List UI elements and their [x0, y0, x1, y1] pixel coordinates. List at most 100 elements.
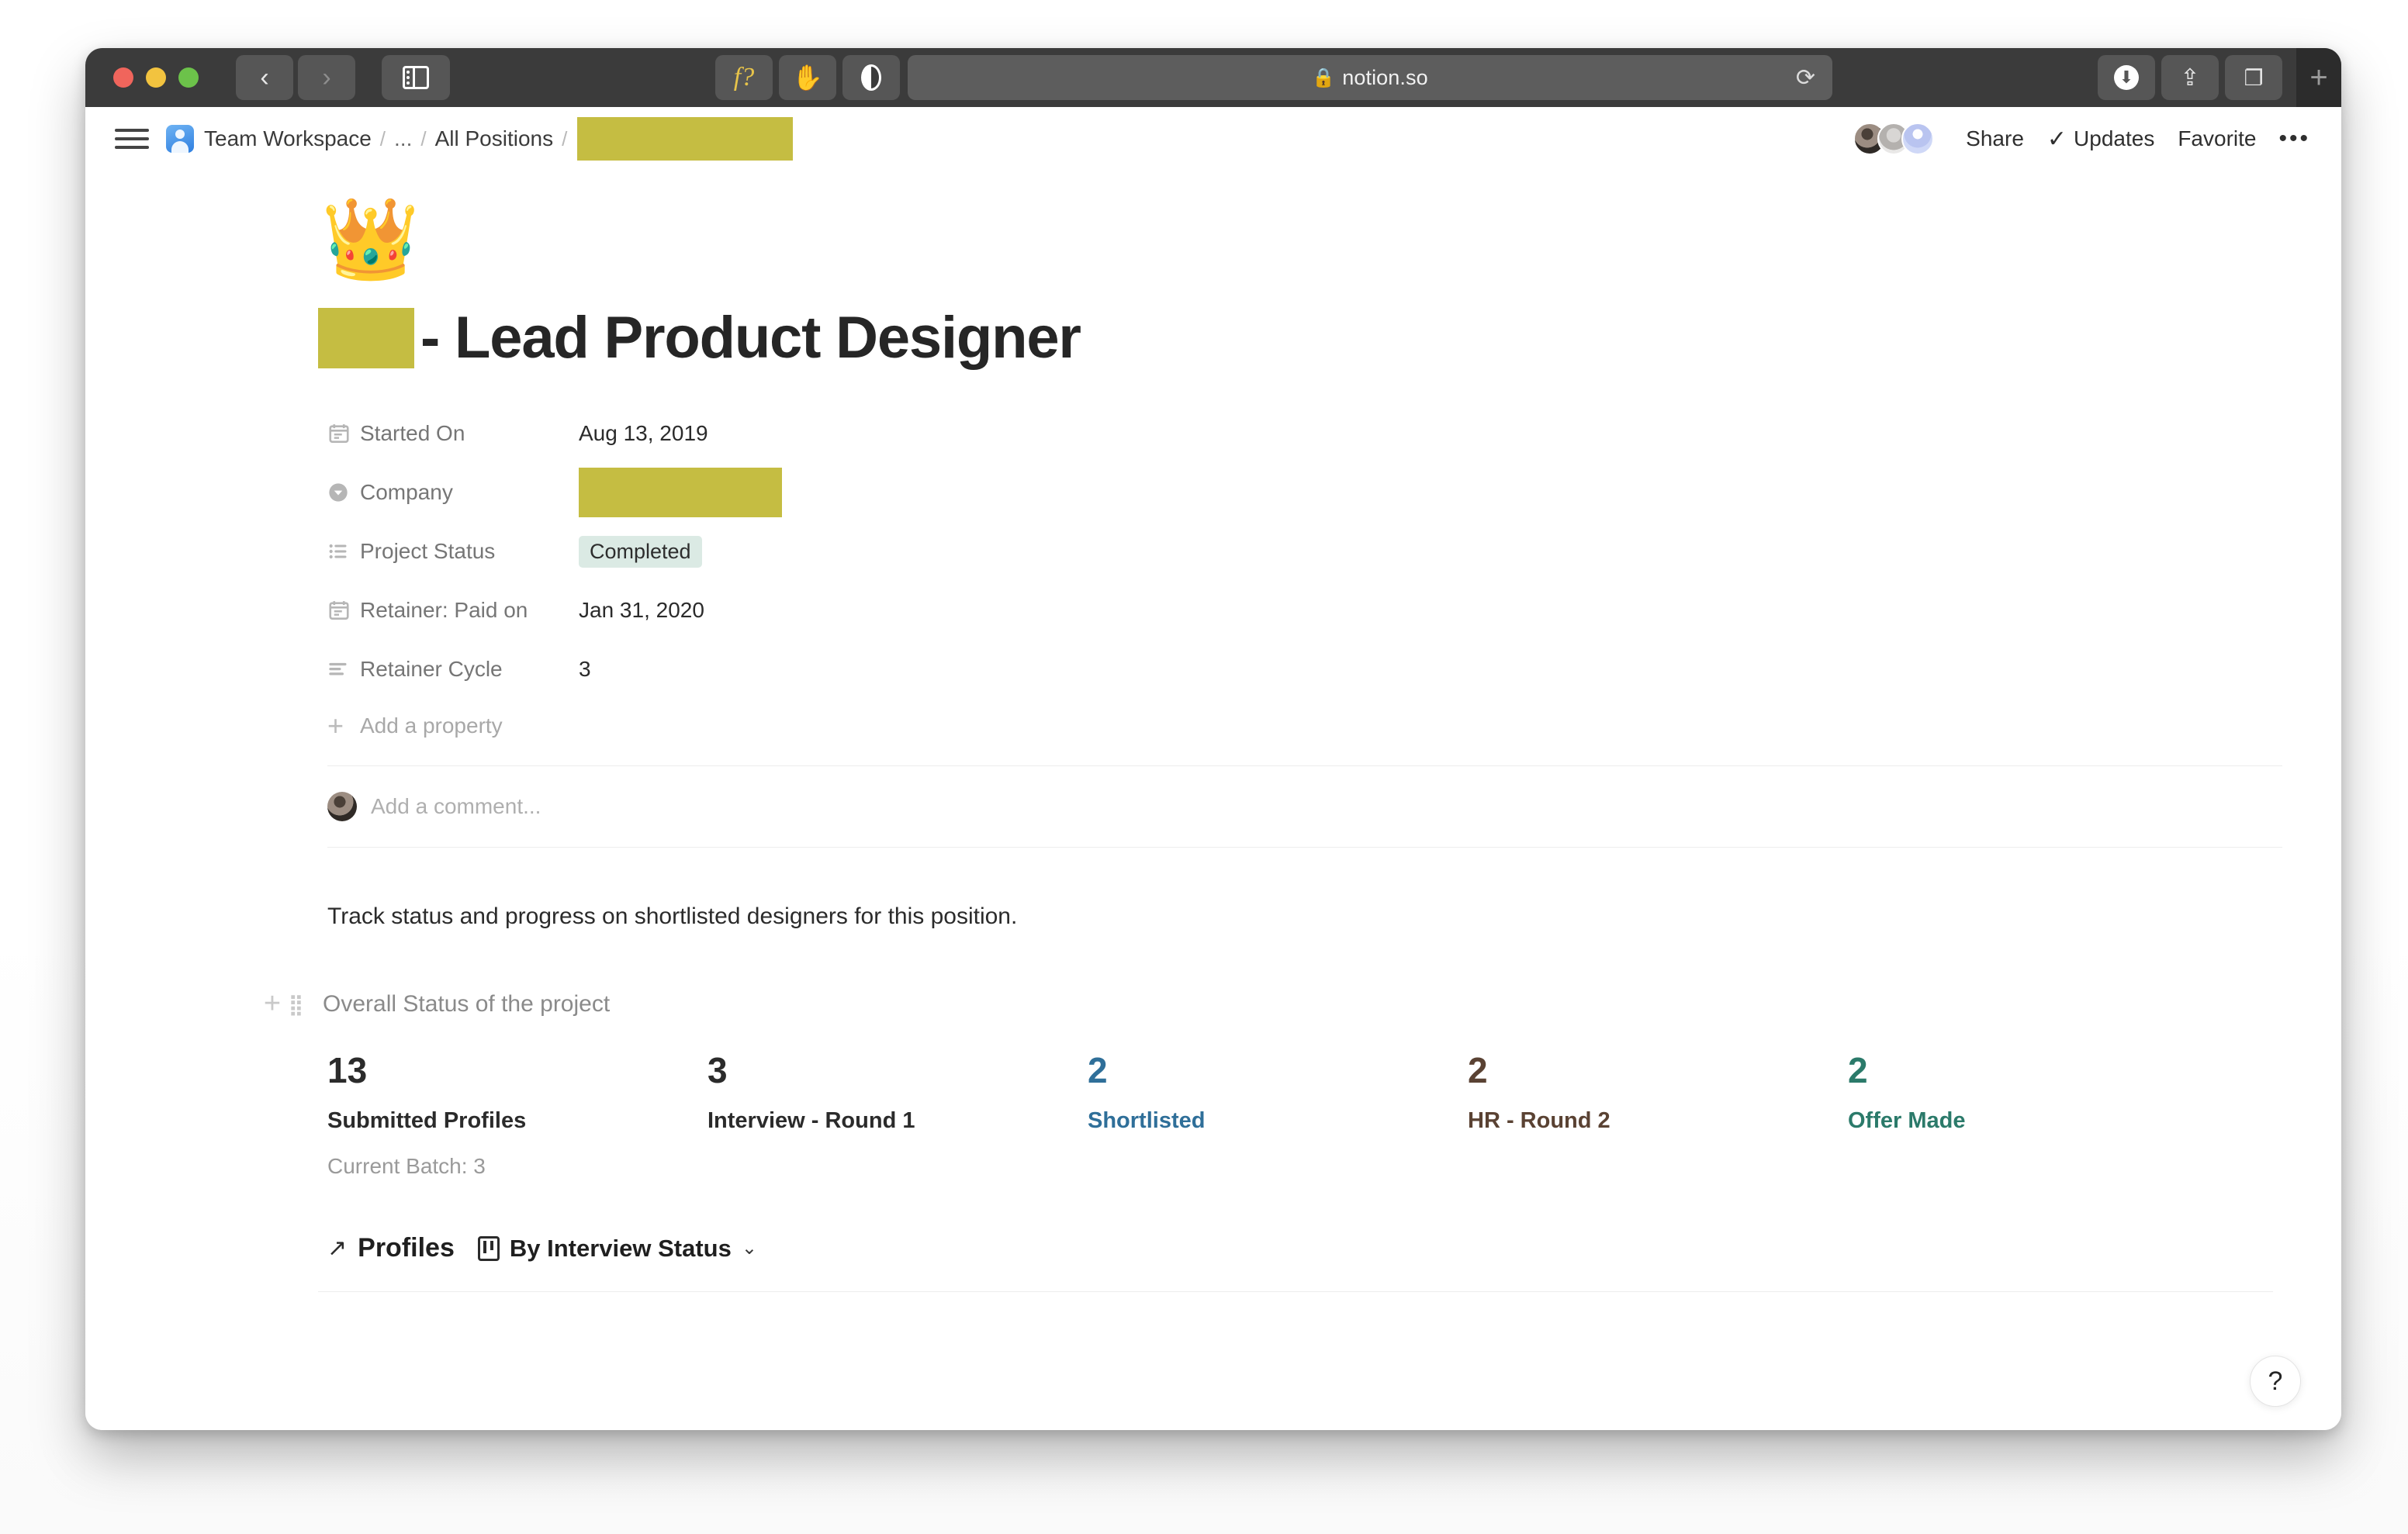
breadcrumb-separator: / — [562, 126, 568, 150]
share-button[interactable]: Share — [1954, 126, 2036, 151]
share-icon: ⇪ — [2180, 64, 2200, 91]
minimize-window-button[interactable] — [146, 67, 166, 88]
font-size-icon: f? — [733, 63, 755, 92]
add-property-label: Add a property — [360, 713, 503, 738]
sidebar-toggle-button[interactable] — [382, 55, 450, 100]
check-icon: ✓ — [2046, 126, 2067, 152]
page-properties: Started On Aug 13, 2019 Company Project … — [327, 404, 2341, 753]
stat-label: Shortlisted — [1088, 1108, 1206, 1134]
breadcrumb-item-redacted[interactable] — [577, 117, 794, 161]
property-value: Jan 31, 2020 — [579, 598, 704, 623]
stat-label: Interview - Round 1 — [708, 1108, 915, 1134]
add-property-button[interactable]: + Add a property — [327, 699, 2341, 753]
property-row-project-status[interactable]: Project Status Completed — [327, 522, 2341, 581]
select-icon — [327, 482, 360, 503]
property-name: Retainer Cycle — [360, 657, 503, 682]
page-emoji-icon[interactable]: 👑 — [321, 195, 2341, 282]
tab-overview-button[interactable]: ❐ — [2225, 55, 2282, 100]
stat-offer-made: 2 Offer Made — [1848, 1050, 2228, 1134]
address-bar[interactable]: 🔒 notion.so ⟳ — [908, 55, 1832, 100]
stat-number: 2 — [1848, 1050, 1868, 1091]
property-name: Company — [360, 480, 453, 505]
back-button[interactable]: ‹ — [236, 55, 293, 100]
drag-handle-icon[interactable]: ⣿ — [289, 993, 315, 1014]
hand-icon: ✋ — [792, 64, 823, 92]
add-block-icon[interactable]: + — [256, 987, 289, 1021]
tab-overview-icon: ❐ — [2244, 65, 2264, 90]
view-name: By Interview Status — [509, 1234, 732, 1262]
property-value: 3 — [579, 657, 591, 682]
sidebar-toggle-icon — [403, 66, 429, 89]
reload-icon[interactable]: ⟳ — [1796, 64, 1815, 92]
extension-contrast-button[interactable] — [842, 55, 900, 100]
calendar-icon — [327, 422, 360, 445]
text-icon — [327, 658, 360, 680]
stat-number: 2 — [1468, 1050, 1488, 1091]
stat-number: 2 — [1088, 1050, 1108, 1091]
close-window-button[interactable] — [113, 67, 133, 88]
stat-label: Submitted Profiles — [327, 1108, 527, 1134]
property-row-company[interactable]: Company — [327, 463, 2341, 522]
view-selector[interactable]: By Interview Status ⌄ — [477, 1234, 757, 1263]
notion-topbar: Team Workspace / ... / All Positions / S… — [85, 107, 2341, 171]
page-title-redacted — [318, 307, 414, 368]
status-stats-row: 13 Submitted Profiles 3 Interview - Roun… — [327, 1050, 2341, 1134]
stat-shortlisted: 2 Shortlisted — [1088, 1050, 1468, 1134]
external-link-arrow-icon[interactable]: ↗ — [327, 1235, 347, 1262]
window-traffic-lights — [113, 67, 199, 88]
overall-status-label[interactable]: Overall Status of the project — [323, 991, 610, 1017]
intro-paragraph[interactable]: Track status and progress on shortlisted… — [327, 903, 2341, 930]
property-name: Retainer: Paid on — [360, 598, 528, 623]
breadcrumb-item-workspace[interactable]: Team Workspace — [204, 126, 372, 151]
breadcrumb-item-ellipsis[interactable]: ... — [394, 126, 412, 151]
stat-submitted-profiles: 13 Submitted Profiles — [327, 1050, 708, 1134]
forward-button[interactable]: › — [298, 55, 355, 100]
plus-icon: + — [327, 710, 344, 742]
page-body: 👑 - Lead Product Designer Started On Aug… — [85, 171, 2341, 1430]
breadcrumb-item-all-positions[interactable]: All Positions — [435, 126, 554, 151]
comment-divider — [327, 847, 2282, 848]
database-toolbar-divider — [318, 1291, 2273, 1293]
extension-hand-button[interactable]: ✋ — [779, 55, 836, 100]
collaborator-avatars — [1853, 123, 1935, 155]
property-row-started-on[interactable]: Started On Aug 13, 2019 — [327, 404, 2341, 463]
more-options-button[interactable]: ••• — [2268, 126, 2313, 152]
current-batch-note: Current Batch: 3 — [327, 1154, 486, 1179]
profiles-database-header: ↗ Profiles By Interview Status ⌄ — [327, 1233, 2341, 1263]
overall-status-heading-row: + ⣿ Overall Status of the project — [256, 987, 2341, 1021]
page-content: 👑 - Lead Product Designer Started On Aug… — [85, 171, 2341, 1263]
page-title-text: - Lead Product Designer — [420, 305, 1081, 371]
property-value-redacted — [579, 468, 782, 518]
extension-fontsize-button[interactable]: f? — [715, 55, 773, 100]
share-button[interactable]: ⇪ — [2161, 55, 2219, 100]
stat-hr-round-2: 2 HR - Round 2 — [1468, 1050, 1848, 1134]
stat-number: 13 — [327, 1050, 368, 1091]
property-row-retainer-paid-on[interactable]: Retainer: Paid on Jan 31, 2020 — [327, 581, 2341, 640]
maximize-window-button[interactable] — [178, 67, 199, 88]
team-workspace-icon — [166, 125, 194, 153]
calendar-icon — [327, 599, 360, 622]
new-tab-button[interactable]: + — [2296, 48, 2341, 107]
page-title[interactable]: - Lead Product Designer — [318, 304, 2341, 371]
address-bar-text: 🔒 notion.so — [1312, 66, 1427, 90]
browser-window: ‹ › f? ✋ 🔒 notion.so ⟳ ⬇ ⇪ ❐ + Team Work… — [85, 48, 2341, 1430]
hamburger-menu-icon[interactable] — [115, 129, 149, 149]
extension-buttons: f? ✋ — [715, 55, 900, 100]
favorite-button[interactable]: Favorite — [2166, 126, 2268, 151]
profiles-title[interactable]: Profiles — [358, 1233, 455, 1263]
toolbar-right-buttons: ⬇ ⇪ ❐ + — [2098, 48, 2341, 107]
url-value: notion.so — [1342, 65, 1428, 89]
browser-toolbar: ‹ › f? ✋ 🔒 notion.so ⟳ ⬇ ⇪ ❐ + — [85, 48, 2341, 107]
navigation-buttons: ‹ › — [236, 55, 355, 100]
downloads-button[interactable]: ⬇ — [2098, 55, 2155, 100]
topbar-actions: Share ✓ Updates Favorite ••• — [1853, 123, 2313, 155]
updates-button[interactable]: ✓ Updates — [2036, 126, 2166, 153]
property-value: Aug 13, 2019 — [579, 421, 708, 446]
status-badge: Completed — [579, 535, 702, 568]
property-row-retainer-cycle[interactable]: Retainer Cycle 3 — [327, 640, 2341, 699]
property-name: Started On — [360, 421, 465, 446]
avatar[interactable] — [1901, 123, 1935, 155]
chevron-down-icon: ⌄ — [741, 1238, 757, 1259]
comment-input-row[interactable]: Add a comment... — [327, 766, 2341, 847]
help-button[interactable]: ? — [2250, 1356, 2301, 1407]
